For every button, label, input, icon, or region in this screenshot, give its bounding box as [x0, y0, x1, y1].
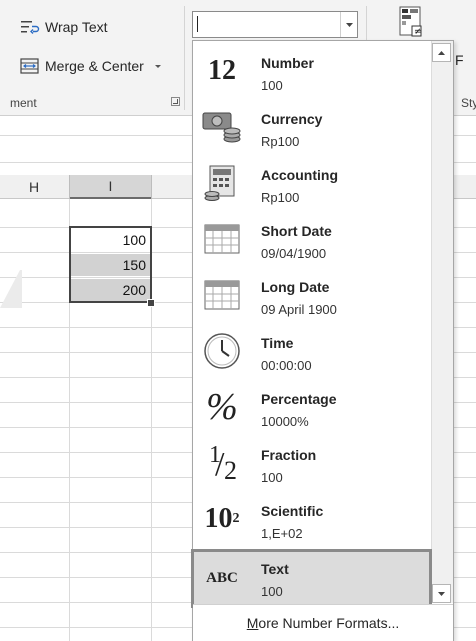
- scroll-down-button[interactable]: [432, 584, 451, 603]
- number-12-icon: 12: [208, 55, 236, 86]
- accounting-icon: [201, 162, 243, 204]
- column-edge-shape: [0, 270, 22, 308]
- merge-center-icon: [20, 58, 39, 74]
- ribbon-separator: [184, 6, 185, 110]
- more-formats-accesskey: M: [246, 615, 259, 631]
- column-header-i[interactable]: I: [70, 175, 151, 199]
- scientific-icon: 10 2: [204, 503, 240, 534]
- format-item-scientific[interactable]: 10 2 Scientific 1,E+02: [195, 492, 429, 548]
- format-name: Text: [261, 561, 289, 577]
- format-name: Accounting: [261, 167, 338, 183]
- format-sample: 00:00:00: [261, 358, 312, 373]
- format-sample: 1,E+02: [261, 526, 303, 541]
- format-sample: 100: [261, 78, 283, 93]
- alignment-dialog-launcher-icon[interactable]: [171, 97, 180, 106]
- dropdown-scrollbar[interactable]: [431, 41, 453, 603]
- currency-icon: [201, 106, 243, 148]
- more-formats-label: ore Number Formats...: [258, 615, 400, 631]
- format-item-currency[interactable]: Currency Rp100: [195, 100, 429, 156]
- format-name: Percentage: [261, 391, 337, 407]
- merge-center-button[interactable]: Merge & Center: [20, 55, 163, 77]
- styles-group-label: Sty: [461, 96, 476, 110]
- format-sample: 09 April 1900: [261, 302, 337, 317]
- chevron-down-icon[interactable]: [153, 62, 163, 70]
- column-h-label: H: [28, 178, 40, 195]
- percent-icon: %: [206, 386, 238, 428]
- chevron-down-icon: [346, 22, 353, 27]
- format-name: Currency: [261, 111, 323, 127]
- column-divider: [69, 175, 70, 199]
- format-item-short-date[interactable]: Short Date 09/04/1900: [195, 212, 429, 268]
- fill-handle[interactable]: [147, 299, 155, 307]
- alignment-group-label: ment: [10, 96, 37, 110]
- abc-icon: ABC: [206, 569, 238, 586]
- format-sample: Rp100: [261, 190, 300, 205]
- format-sample: 100: [261, 584, 283, 599]
- conditional-formatting-icon[interactable]: ≠: [398, 6, 424, 40]
- column-i-label: I: [108, 178, 113, 194]
- chevron-up-icon: [438, 50, 445, 55]
- format-sample: Rp100: [261, 134, 300, 149]
- merge-center-label: Merge & Center: [45, 58, 144, 74]
- scroll-up-button[interactable]: [432, 43, 451, 62]
- number-format-dropdown-button[interactable]: [340, 12, 358, 37]
- more-number-formats-link[interactable]: More Number Formats...: [193, 604, 453, 641]
- wrap-text-label: Wrap Text: [45, 19, 108, 35]
- format-item-time[interactable]: Time 00:00:00: [195, 324, 429, 380]
- wrap-text-icon: [21, 21, 40, 34]
- format-item-number[interactable]: 12 Number 100: [195, 44, 429, 100]
- calendar-icon: [201, 274, 243, 316]
- svg-text:≠: ≠: [414, 27, 422, 37]
- calendar-icon: [201, 218, 243, 260]
- format-name: Fraction: [261, 447, 317, 463]
- selection-border: [69, 226, 152, 303]
- text-caret: [197, 16, 198, 32]
- format-item-text[interactable]: ABC Text 100: [191, 549, 432, 608]
- format-name: Short Date: [261, 223, 332, 239]
- column-divider: [151, 175, 152, 199]
- column-header-h[interactable]: H: [0, 175, 68, 199]
- clock-icon: [201, 330, 243, 372]
- format-item-accounting[interactable]: Accounting Rp100: [195, 156, 429, 212]
- format-name: Time: [261, 335, 294, 351]
- chevron-down-icon: [438, 591, 445, 596]
- format-sample: 100: [261, 470, 283, 485]
- number-format-combobox[interactable]: [192, 11, 358, 38]
- format-item-long-date[interactable]: Long Date 09 April 1900: [195, 268, 429, 324]
- wrap-text-button[interactable]: Wrap Text: [20, 16, 108, 38]
- format-sample: 10000%: [261, 414, 309, 429]
- format-sample: 09/04/1900: [261, 246, 327, 261]
- column-header-j[interactable]: [152, 175, 192, 199]
- format-name: Number: [261, 55, 314, 71]
- format-name: Scientific: [261, 503, 324, 519]
- fraction-icon: 1 / 2: [209, 442, 237, 485]
- format-name: Long Date: [261, 279, 330, 295]
- format-item-percentage[interactable]: % Percentage 10000%: [195, 380, 429, 436]
- format-item-fraction[interactable]: 1 / 2 Fraction 100: [195, 436, 429, 492]
